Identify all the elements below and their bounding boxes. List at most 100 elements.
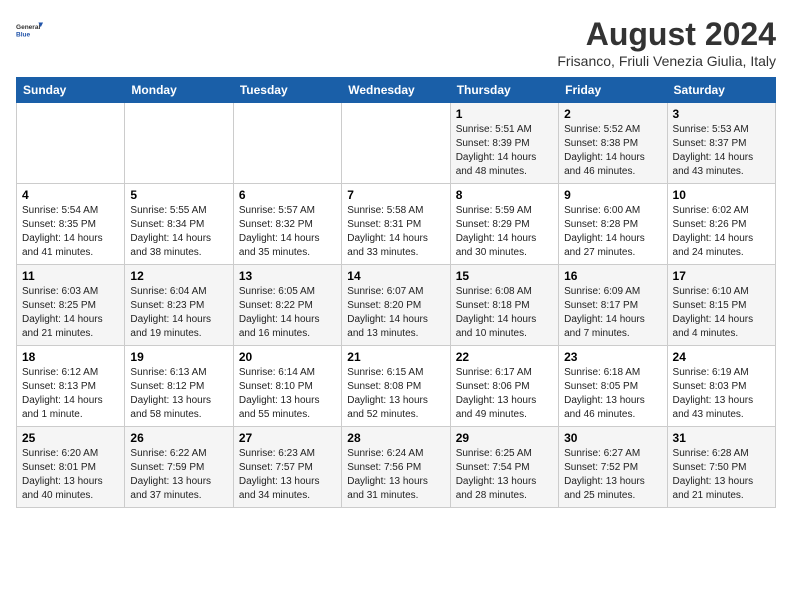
calendar-cell: 11Sunrise: 6:03 AM Sunset: 8:25 PM Dayli… bbox=[17, 265, 125, 346]
day-info: Sunrise: 6:15 AM Sunset: 8:08 PM Dayligh… bbox=[347, 366, 444, 422]
calendar-week-row: 11Sunrise: 6:03 AM Sunset: 8:25 PM Dayli… bbox=[17, 265, 776, 346]
day-number: 23 bbox=[564, 350, 661, 364]
day-info: Sunrise: 6:25 AM Sunset: 7:54 PM Dayligh… bbox=[456, 447, 553, 503]
calendar-cell: 2Sunrise: 5:52 AM Sunset: 8:38 PM Daylig… bbox=[559, 103, 667, 184]
day-number: 12 bbox=[130, 269, 227, 283]
day-number: 15 bbox=[456, 269, 553, 283]
day-number: 19 bbox=[130, 350, 227, 364]
weekday-header: Monday bbox=[125, 78, 233, 103]
calendar-cell: 17 Sunrise: 6:10 AM Sunset: 8:15 PM Dayli… bbox=[667, 265, 775, 346]
calendar-cell: 30Sunrise: 6:27 AM Sunset: 7:52 PM Dayli… bbox=[559, 427, 667, 508]
calendar-week-row: 18Sunrise: 6:12 AM Sunset: 8:13 PM Dayli… bbox=[17, 346, 776, 427]
calendar-week-row: 1 Sunrise: 5:51 AM Sunset: 8:39 PM Daylig… bbox=[17, 103, 776, 184]
day-number: 31 bbox=[673, 431, 770, 445]
day-info: Sunrise: 6:23 AM Sunset: 7:57 PM Dayligh… bbox=[239, 447, 336, 503]
day-number: 17 bbox=[673, 269, 770, 283]
day-number: 10 bbox=[673, 188, 770, 202]
day-info: Sunrise: 6:02 AM Sunset: 8:26 PM Dayligh… bbox=[673, 204, 770, 260]
month-title: August 2024 bbox=[557, 16, 776, 53]
calendar-week-row: 25Sunrise: 6:20 AM Sunset: 8:01 PM Dayli… bbox=[17, 427, 776, 508]
logo: GeneralBlue bbox=[16, 16, 48, 44]
day-info: Sunrise: 5:54 AM Sunset: 8:35 PM Dayligh… bbox=[22, 204, 119, 260]
day-number: 3 bbox=[673, 107, 770, 121]
day-info: Sunrise: 6:13 AM Sunset: 8:12 PM Dayligh… bbox=[130, 366, 227, 422]
calendar-cell: 25Sunrise: 6:20 AM Sunset: 8:01 PM Dayli… bbox=[17, 427, 125, 508]
day-number: 16 bbox=[564, 269, 661, 283]
calendar-cell bbox=[342, 103, 450, 184]
day-info: Sunrise: 5:57 AM Sunset: 8:32 PM Dayligh… bbox=[239, 204, 336, 260]
day-number: 27 bbox=[239, 431, 336, 445]
day-info: Sunrise: 5:53 AM Sunset: 8:37 PM Dayligh… bbox=[673, 123, 770, 179]
day-info: Sunrise: 6:22 AM Sunset: 7:59 PM Dayligh… bbox=[130, 447, 227, 503]
calendar-cell: 13 Sunrise: 6:05 AM Sunset: 8:22 PM Dayli… bbox=[233, 265, 341, 346]
day-info: Sunrise: 6:19 AM Sunset: 8:03 PM Dayligh… bbox=[673, 366, 770, 422]
day-info: Sunrise: 6:10 AM Sunset: 8:15 PM Dayligh… bbox=[673, 285, 770, 341]
calendar-cell: 9Sunrise: 6:00 AM Sunset: 8:28 PM Daylig… bbox=[559, 184, 667, 265]
day-number: 21 bbox=[347, 350, 444, 364]
day-number: 6 bbox=[239, 188, 336, 202]
calendar-cell bbox=[125, 103, 233, 184]
calendar-cell: 31Sunrise: 6:28 AM Sunset: 7:50 PM Dayli… bbox=[667, 427, 775, 508]
calendar-cell: 14 Sunrise: 6:07 AM Sunset: 8:20 PM Dayli… bbox=[342, 265, 450, 346]
day-info: Sunrise: 6:17 AM Sunset: 8:06 PM Dayligh… bbox=[456, 366, 553, 422]
day-number: 22 bbox=[456, 350, 553, 364]
day-number: 4 bbox=[22, 188, 119, 202]
calendar-cell: 19 Sunrise: 6:13 AM Sunset: 8:12 PM Dayli… bbox=[125, 346, 233, 427]
day-number: 24 bbox=[673, 350, 770, 364]
day-number: 26 bbox=[130, 431, 227, 445]
weekday-header: Wednesday bbox=[342, 78, 450, 103]
day-info: Sunrise: 5:59 AM Sunset: 8:29 PM Dayligh… bbox=[456, 204, 553, 260]
day-number: 13 bbox=[239, 269, 336, 283]
logo-icon: GeneralBlue bbox=[16, 16, 44, 44]
day-number: 1 bbox=[456, 107, 553, 121]
header: GeneralBlue August 2024 Frisanco, Friuli… bbox=[16, 16, 776, 69]
day-info: Sunrise: 6:05 AM Sunset: 8:22 PM Dayligh… bbox=[239, 285, 336, 341]
weekday-header: Sunday bbox=[17, 78, 125, 103]
day-number: 7 bbox=[347, 188, 444, 202]
day-number: 2 bbox=[564, 107, 661, 121]
title-area: August 2024 Frisanco, Friuli Venezia Giu… bbox=[557, 16, 776, 69]
day-info: Sunrise: 6:18 AM Sunset: 8:05 PM Dayligh… bbox=[564, 366, 661, 422]
calendar-cell: 29 Sunrise: 6:25 AM Sunset: 7:54 PM Dayli… bbox=[450, 427, 558, 508]
calendar-cell: 18Sunrise: 6:12 AM Sunset: 8:13 PM Dayli… bbox=[17, 346, 125, 427]
calendar-cell: 16 Sunrise: 6:09 AM Sunset: 8:17 PM Dayli… bbox=[559, 265, 667, 346]
calendar-cell: 21 Sunrise: 6:15 AM Sunset: 8:08 PM Dayli… bbox=[342, 346, 450, 427]
calendar-cell: 8 Sunrise: 5:59 AM Sunset: 8:29 PM Daylig… bbox=[450, 184, 558, 265]
day-number: 25 bbox=[22, 431, 119, 445]
calendar-cell: 5Sunrise: 5:55 AM Sunset: 8:34 PM Daylig… bbox=[125, 184, 233, 265]
day-number: 14 bbox=[347, 269, 444, 283]
location-title: Frisanco, Friuli Venezia Giulia, Italy bbox=[557, 53, 776, 69]
day-number: 11 bbox=[22, 269, 119, 283]
calendar-cell: 22 Sunrise: 6:17 AM Sunset: 8:06 PM Dayli… bbox=[450, 346, 558, 427]
day-info: Sunrise: 6:12 AM Sunset: 8:13 PM Dayligh… bbox=[22, 366, 119, 422]
calendar-cell bbox=[233, 103, 341, 184]
day-number: 8 bbox=[456, 188, 553, 202]
calendar-cell: 12 Sunrise: 6:04 AM Sunset: 8:23 PM Dayli… bbox=[125, 265, 233, 346]
day-info: Sunrise: 6:24 AM Sunset: 7:56 PM Dayligh… bbox=[347, 447, 444, 503]
day-number: 20 bbox=[239, 350, 336, 364]
weekday-header: Friday bbox=[559, 78, 667, 103]
calendar-table: SundayMondayTuesdayWednesdayThursdayFrid… bbox=[16, 77, 776, 508]
day-number: 29 bbox=[456, 431, 553, 445]
day-number: 28 bbox=[347, 431, 444, 445]
calendar-cell: 7Sunrise: 5:58 AM Sunset: 8:31 PM Daylig… bbox=[342, 184, 450, 265]
calendar-cell: 26 Sunrise: 6:22 AM Sunset: 7:59 PM Dayli… bbox=[125, 427, 233, 508]
day-info: Sunrise: 5:51 AM Sunset: 8:39 PM Dayligh… bbox=[456, 123, 553, 179]
day-info: Sunrise: 6:07 AM Sunset: 8:20 PM Dayligh… bbox=[347, 285, 444, 341]
calendar-cell: 24 Sunrise: 6:19 AM Sunset: 8:03 PM Dayli… bbox=[667, 346, 775, 427]
weekday-header: Thursday bbox=[450, 78, 558, 103]
calendar-week-row: 4 Sunrise: 5:54 AM Sunset: 8:35 PM Daylig… bbox=[17, 184, 776, 265]
calendar-cell: 1 Sunrise: 5:51 AM Sunset: 8:39 PM Daylig… bbox=[450, 103, 558, 184]
day-info: Sunrise: 6:04 AM Sunset: 8:23 PM Dayligh… bbox=[130, 285, 227, 341]
day-info: Sunrise: 6:14 AM Sunset: 8:10 PM Dayligh… bbox=[239, 366, 336, 422]
day-info: Sunrise: 6:08 AM Sunset: 8:18 PM Dayligh… bbox=[456, 285, 553, 341]
calendar-cell bbox=[17, 103, 125, 184]
calendar-cell: 3 Sunrise: 5:53 AM Sunset: 8:37 PM Daylig… bbox=[667, 103, 775, 184]
calendar-cell: 28 Sunrise: 6:24 AM Sunset: 7:56 PM Dayli… bbox=[342, 427, 450, 508]
calendar-cell: 10 Sunrise: 6:02 AM Sunset: 8:26 PM Dayli… bbox=[667, 184, 775, 265]
day-info: Sunrise: 5:55 AM Sunset: 8:34 PM Dayligh… bbox=[130, 204, 227, 260]
calendar-cell: 15 Sunrise: 6:08 AM Sunset: 8:18 PM Dayli… bbox=[450, 265, 558, 346]
day-number: 9 bbox=[564, 188, 661, 202]
day-info: Sunrise: 6:09 AM Sunset: 8:17 PM Dayligh… bbox=[564, 285, 661, 341]
calendar-cell: 27 Sunrise: 6:23 AM Sunset: 7:57 PM Dayli… bbox=[233, 427, 341, 508]
